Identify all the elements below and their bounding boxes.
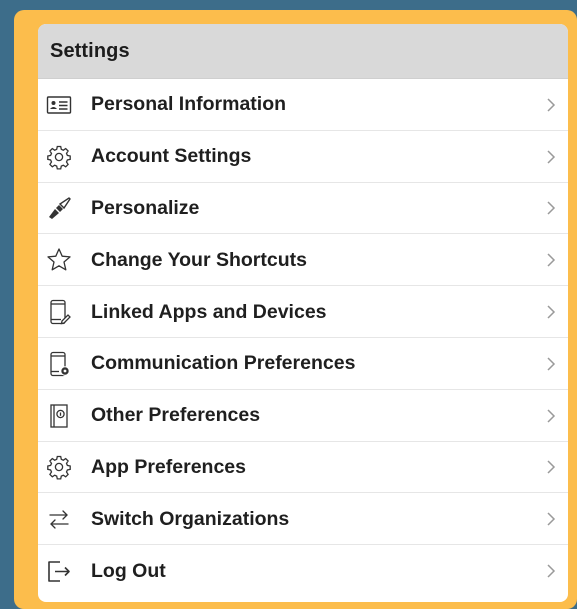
menu-item-log-out[interactable]: Log Out bbox=[38, 545, 568, 597]
menu-item-label: Personal Information bbox=[91, 93, 287, 116]
menu-item-label: Log Out bbox=[91, 559, 166, 582]
chevron-right-icon bbox=[544, 148, 558, 166]
menu-item-label: Account Settings bbox=[91, 145, 252, 168]
chevron-right-icon bbox=[544, 562, 558, 580]
settings-header: Settings bbox=[38, 24, 568, 79]
menu-item-change-shortcuts[interactable]: Change Your Shortcuts bbox=[38, 234, 568, 286]
menu-item-communication-preferences[interactable]: Communication Preferences bbox=[38, 338, 568, 390]
chevron-right-icon bbox=[544, 251, 558, 269]
menu-item-label: App Preferences bbox=[91, 455, 246, 478]
menu-item-app-preferences[interactable]: App Preferences bbox=[38, 442, 568, 494]
chevron-right-icon bbox=[544, 199, 558, 217]
menu-item-label: Switch Organizations bbox=[91, 507, 290, 530]
settings-menu: Personal Information Account Settings Pe… bbox=[38, 79, 568, 597]
menu-item-label: Communication Preferences bbox=[91, 352, 356, 375]
menu-item-label: Other Preferences bbox=[91, 404, 261, 427]
page-title: Settings bbox=[50, 39, 130, 62]
chevron-right-icon bbox=[544, 407, 558, 425]
logout-icon bbox=[44, 556, 74, 586]
menu-item-label: Personalize bbox=[91, 196, 200, 219]
menu-item-label: Change Your Shortcuts bbox=[91, 248, 307, 271]
menu-item-linked-apps[interactable]: Linked Apps and Devices bbox=[38, 286, 568, 338]
gear-icon bbox=[44, 142, 74, 172]
switch-arrows-icon bbox=[44, 504, 74, 534]
chevron-right-icon bbox=[544, 96, 558, 114]
star-icon bbox=[44, 245, 74, 275]
settings-frame: Settings Personal Information Account Se… bbox=[14, 10, 577, 609]
paintbrush-icon bbox=[44, 193, 74, 223]
chevron-right-icon bbox=[544, 458, 558, 476]
settings-panel: Settings Personal Information Account Se… bbox=[38, 24, 568, 602]
menu-item-switch-organizations[interactable]: Switch Organizations bbox=[38, 493, 568, 545]
chevron-right-icon bbox=[544, 303, 558, 321]
phone-link-icon bbox=[44, 297, 74, 327]
phone-gear-icon bbox=[44, 349, 74, 379]
menu-item-personal-information[interactable]: Personal Information bbox=[38, 79, 568, 131]
menu-item-account-settings[interactable]: Account Settings bbox=[38, 131, 568, 183]
gear-icon bbox=[44, 452, 74, 482]
id-card-icon bbox=[44, 90, 74, 120]
info-panel-icon bbox=[44, 401, 74, 431]
menu-item-personalize[interactable]: Personalize bbox=[38, 183, 568, 235]
menu-item-label: Linked Apps and Devices bbox=[91, 300, 327, 323]
chevron-right-icon bbox=[544, 510, 558, 528]
chevron-right-icon bbox=[544, 355, 558, 373]
menu-item-other-preferences[interactable]: Other Preferences bbox=[38, 390, 568, 442]
